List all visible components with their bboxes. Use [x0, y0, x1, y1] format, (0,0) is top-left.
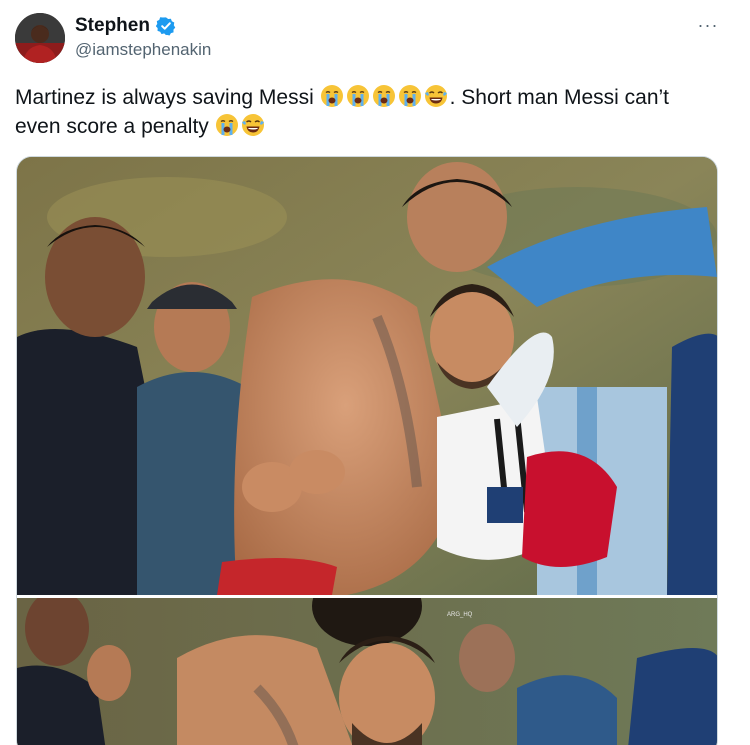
tweet-text: Martinez is always saving Messi . Short … — [15, 83, 735, 141]
tweet: Stephen @iamstephenakin ··· Martinez is … — [0, 0, 750, 745]
more-options-button[interactable]: ··· — [694, 14, 722, 36]
avatar[interactable] — [15, 13, 65, 63]
face-with-tears-of-joy-icon — [424, 84, 448, 108]
loudly-crying-face-icon — [398, 84, 422, 108]
author-name-row: Stephen — [75, 14, 176, 38]
photo-hug[interactable] — [17, 157, 717, 595]
tweet-text-line1-suffix: . Short man Messi can’t — [449, 86, 670, 109]
more-icon: ··· — [697, 15, 719, 35]
tweet-text-line1: Martinez is always saving Messi — [15, 86, 320, 109]
author-display-name[interactable]: Stephen — [75, 15, 150, 37]
loudly-crying-face-icon — [215, 113, 239, 137]
loudly-crying-face-icon — [346, 84, 370, 108]
author-handle[interactable]: @iamstephenakin — [75, 40, 211, 60]
tweet-media[interactable]: ARG_HQ — [16, 156, 718, 745]
watermark-text: ARG_HQ — [447, 612, 473, 618]
verified-badge-icon — [155, 16, 176, 36]
loudly-crying-face-icon — [320, 84, 344, 108]
loudly-crying-face-icon — [372, 84, 396, 108]
photo-smile[interactable]: ARG_HQ — [17, 598, 717, 745]
face-with-tears-of-joy-icon — [241, 113, 265, 137]
tweet-text-line2: even score a penalty — [15, 115, 215, 138]
